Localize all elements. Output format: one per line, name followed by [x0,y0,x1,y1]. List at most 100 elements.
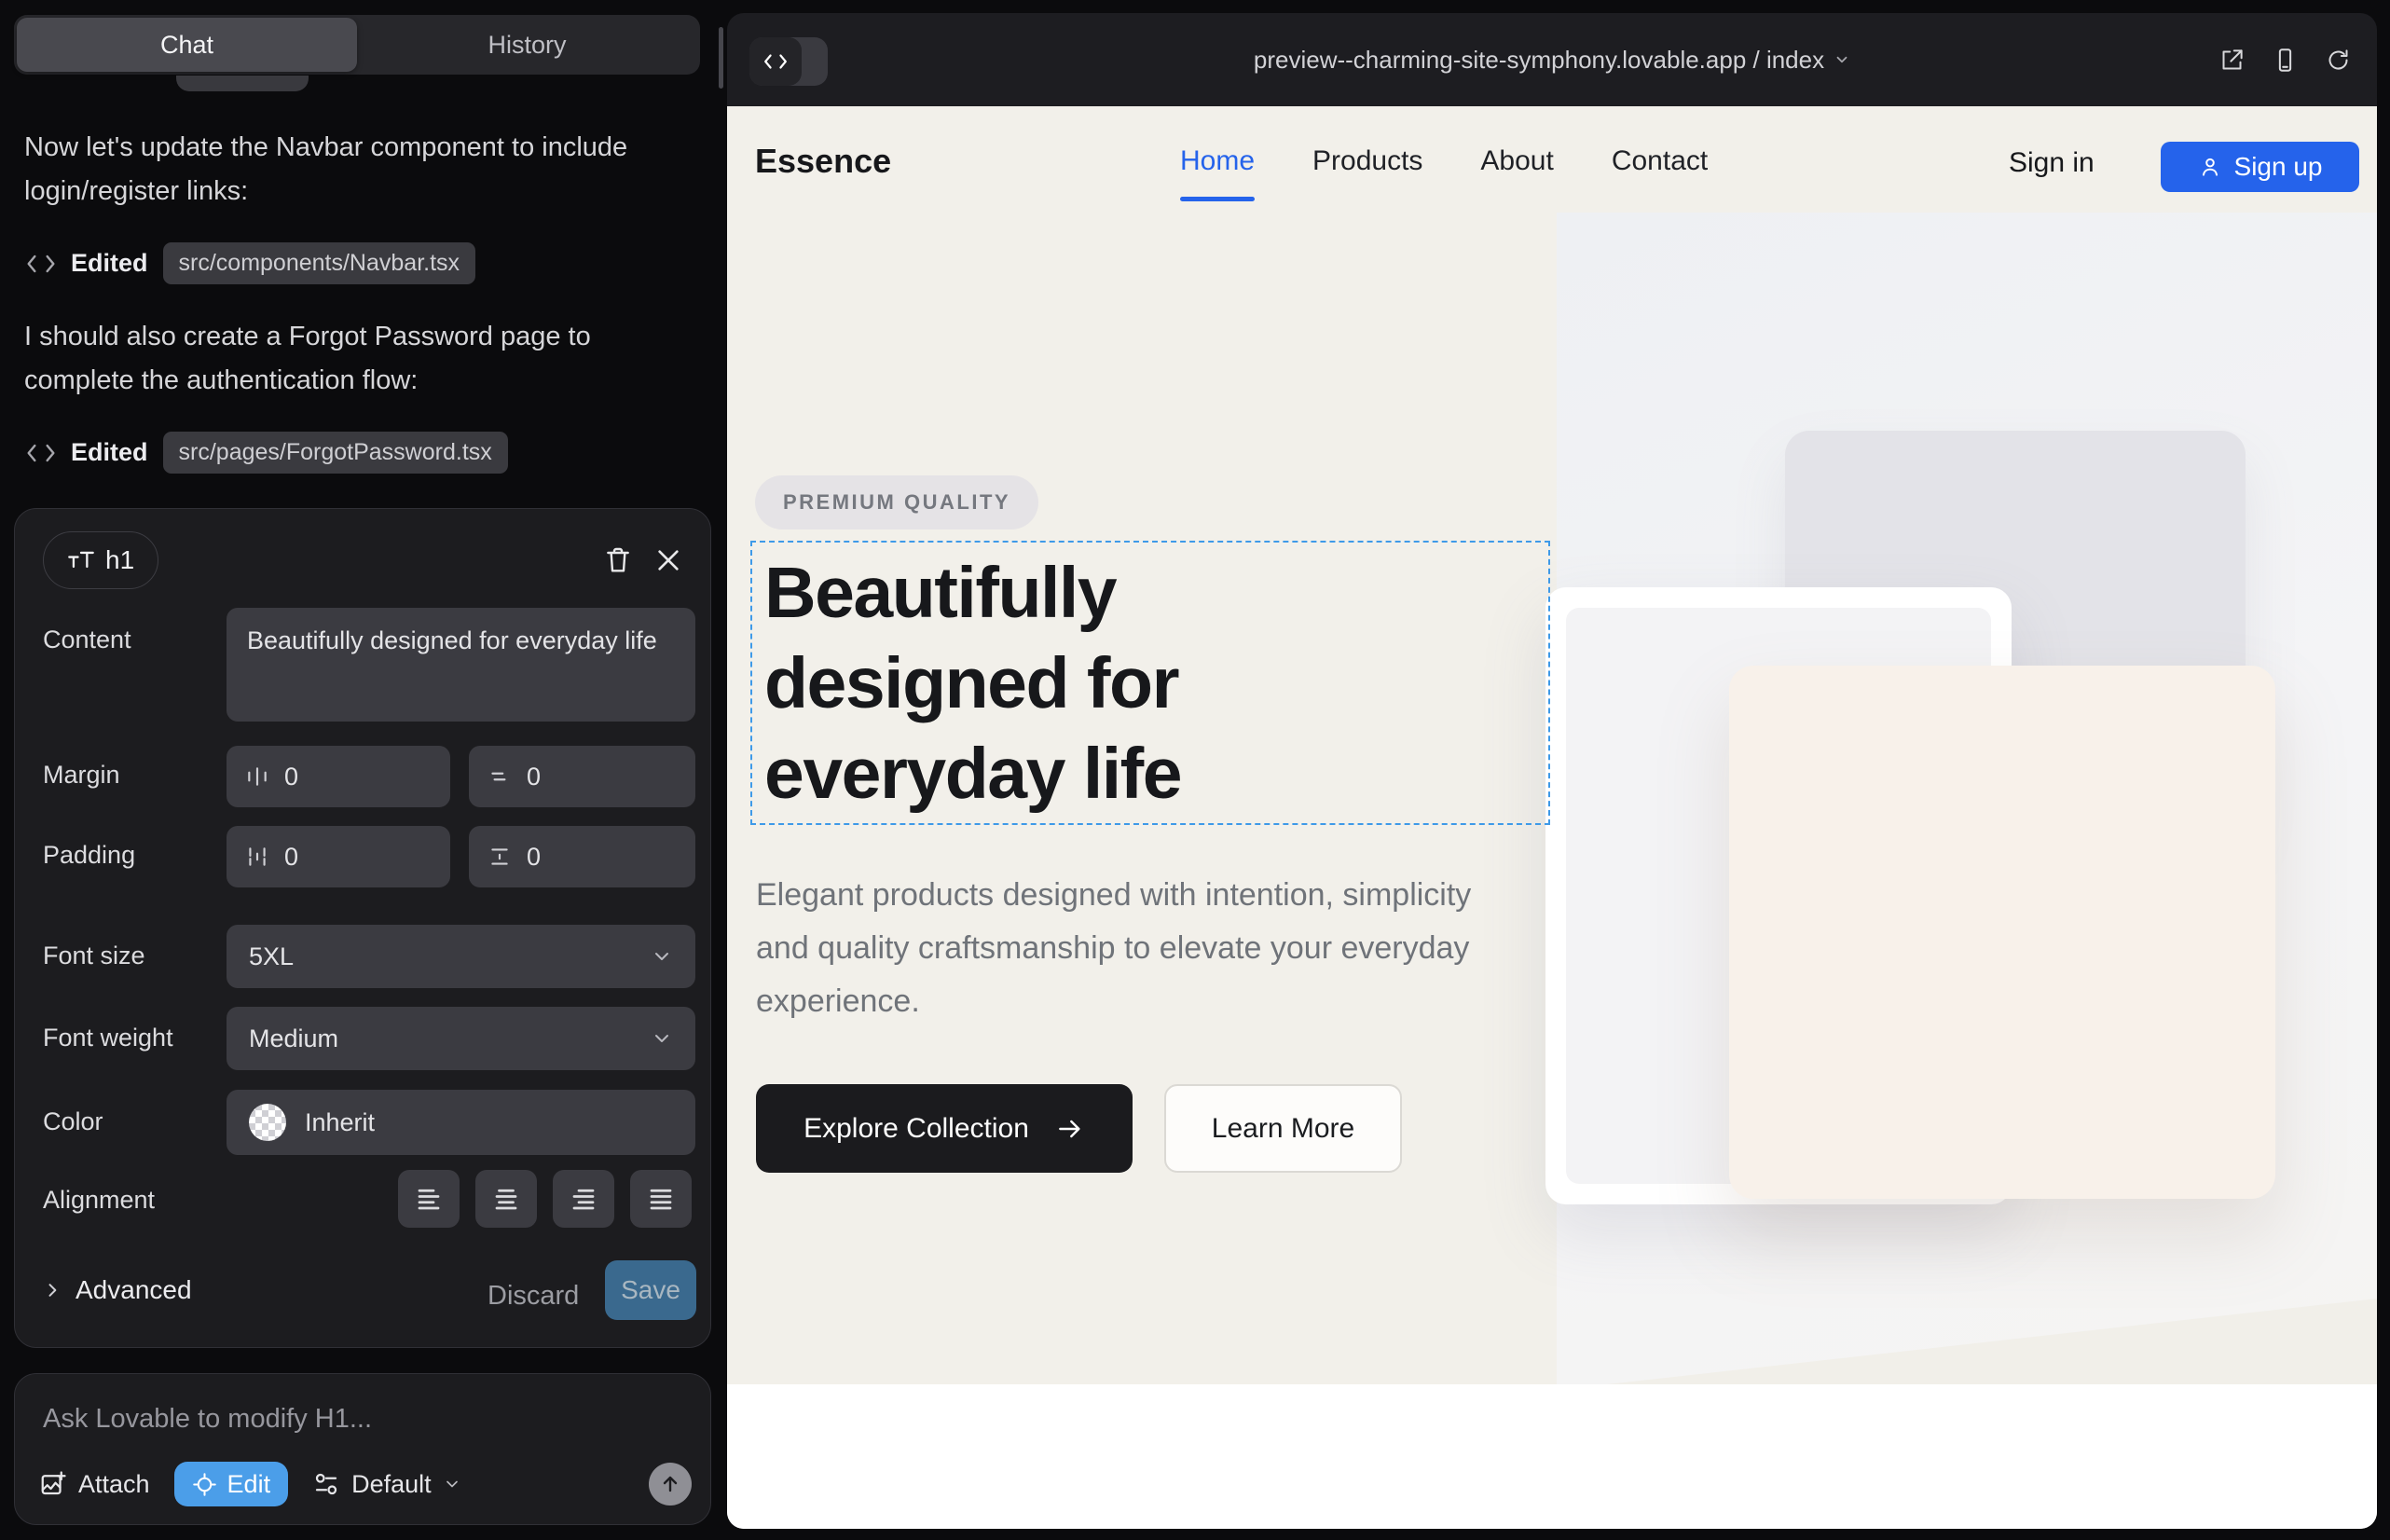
close-icon [653,545,683,575]
arrow-right-icon [1055,1114,1085,1144]
section-below-hero [727,1384,2377,1529]
clipped-chat-badge [176,76,309,91]
discard-button[interactable]: Discard [488,1281,579,1312]
chat-message: I should also create a Forgot Password p… [24,315,690,403]
chevron-down-icon [651,1027,673,1050]
color-select[interactable]: Inherit [227,1090,695,1155]
font-weight-value: Medium [249,1024,338,1053]
chevron-down-icon [443,1475,461,1493]
chat-history-tabs: Chat History [14,15,700,75]
open-external-icon[interactable] [2219,48,2245,73]
send-button[interactable] [649,1463,692,1506]
file-path-badge[interactable]: src/pages/ForgotPassword.tsx [163,432,508,474]
heading-line: Beautifully [764,548,1181,639]
alignment-buttons [398,1170,692,1228]
edit-mode-button[interactable]: Edit [174,1462,289,1506]
padding-y-input[interactable]: 0 [469,826,695,887]
align-right-button[interactable] [553,1170,614,1228]
chat-message: Now let's update the Navbar component to… [24,126,690,213]
heading-line: designed for [764,639,1181,729]
align-justify-button[interactable] [630,1170,692,1228]
nav-link-home[interactable]: Home [1180,145,1255,190]
chat-sidebar: Chat History Now let's update the Navbar… [0,0,725,1540]
advanced-toggle[interactable]: Advanced [43,1275,192,1305]
refresh-icon[interactable] [2326,48,2351,73]
chat-composer: Ask Lovable to modify H1... Attach Edit … [14,1373,711,1525]
browser-actions [2219,13,2351,106]
attach-label: Attach [78,1470,150,1499]
preview-browser-bar: preview--charming-site-symphony.lovable.… [727,13,2377,106]
margin-vertical-icon [488,764,512,789]
arrow-up-icon [659,1473,681,1495]
selected-element-tag[interactable]: h1 [43,531,158,589]
site-navbar: Essence Home Products About Contact Sign… [727,106,2377,214]
sign-in-link[interactable]: Sign in [2009,147,2095,179]
margin-y-value: 0 [527,763,541,791]
font-size-select[interactable]: 5XL [227,925,695,988]
composer-input[interactable]: Ask Lovable to modify H1... [43,1404,372,1435]
font-size-value: 5XL [249,942,294,971]
font-size-label: Font size [43,942,145,970]
default-mode-select[interactable]: Default [312,1470,461,1499]
margin-y-input[interactable]: 0 [469,746,695,807]
locate-icon [192,1472,217,1497]
nav-link-products[interactable]: Products [1312,145,1422,190]
hero-badge: PREMIUM QUALITY [755,475,1038,529]
edited-label: Edited [71,249,148,278]
explore-label: Explore Collection [804,1113,1029,1145]
edit-label: Edit [227,1470,271,1499]
margin-horizontal-icon [245,764,269,789]
chevron-down-icon [1834,51,1850,68]
padding-label: Padding [43,841,135,870]
margin-x-input[interactable]: 0 [227,746,450,807]
padding-y-value: 0 [527,843,541,872]
align-left-icon [415,1185,443,1213]
nav-link-contact[interactable]: Contact [1612,145,1708,190]
chevron-right-icon [43,1281,62,1299]
sidebar-scrollbar[interactable] [719,27,723,89]
padding-x-value: 0 [284,843,298,872]
font-weight-label: Font weight [43,1024,173,1052]
padding-horizontal-icon [245,845,269,869]
align-left-button[interactable] [398,1170,460,1228]
default-label: Default [351,1470,432,1499]
color-swatch [249,1104,286,1141]
hero-heading[interactable]: Beautifully designed for everyday life [764,548,1181,819]
type-icon [67,549,95,571]
tab-chat[interactable]: Chat [17,18,357,72]
file-path-badge[interactable]: src/components/Navbar.tsx [163,242,476,284]
tab-history[interactable]: History [357,18,697,72]
padding-vertical-icon [488,845,512,869]
learn-more-button[interactable]: Learn More [1164,1084,1402,1173]
edited-label: Edited [71,438,148,467]
edited-file-row[interactable]: Edited src/pages/ForgotPassword.tsx [26,432,508,474]
nav-link-about[interactable]: About [1480,145,1553,190]
tag-name: h1 [105,545,134,575]
site-nav-links: Home Products About Contact [1180,145,1708,190]
font-weight-select[interactable]: Medium [227,1007,695,1070]
save-button[interactable]: Save [605,1260,696,1320]
content-input[interactable]: Beautifully designed for everyday life [227,608,695,722]
site-viewport: Essence Home Products About Contact Sign… [727,106,2377,1529]
sign-up-button[interactable]: Sign up [2161,142,2359,192]
sign-up-label: Sign up [2234,152,2323,182]
align-center-icon [492,1185,520,1213]
delete-element-button[interactable] [597,539,639,582]
edited-file-row[interactable]: Edited src/components/Navbar.tsx [26,242,475,284]
image-plus-icon [39,1470,67,1498]
site-brand[interactable]: Essence [755,142,891,181]
lovable-app: Chat History Now let's update the Navbar… [0,0,2390,1540]
color-label: Color [43,1107,103,1136]
margin-x-value: 0 [284,763,298,791]
url-text: preview--charming-site-symphony.lovable.… [1254,46,1824,75]
preview-url[interactable]: preview--charming-site-symphony.lovable.… [727,13,2377,106]
explore-collection-button[interactable]: Explore Collection [756,1084,1133,1173]
attach-button[interactable]: Attach [39,1470,150,1499]
alignment-label: Alignment [43,1186,155,1215]
hero-paragraph: Elegant products designed with intention… [756,869,1511,1028]
close-editor-button[interactable] [647,539,690,582]
padding-x-input[interactable]: 0 [227,826,450,887]
selected-h1-outline[interactable]: Beautifully designed for everyday life [750,541,1550,825]
align-center-button[interactable] [475,1170,537,1228]
mobile-preview-icon[interactable] [2273,48,2298,73]
